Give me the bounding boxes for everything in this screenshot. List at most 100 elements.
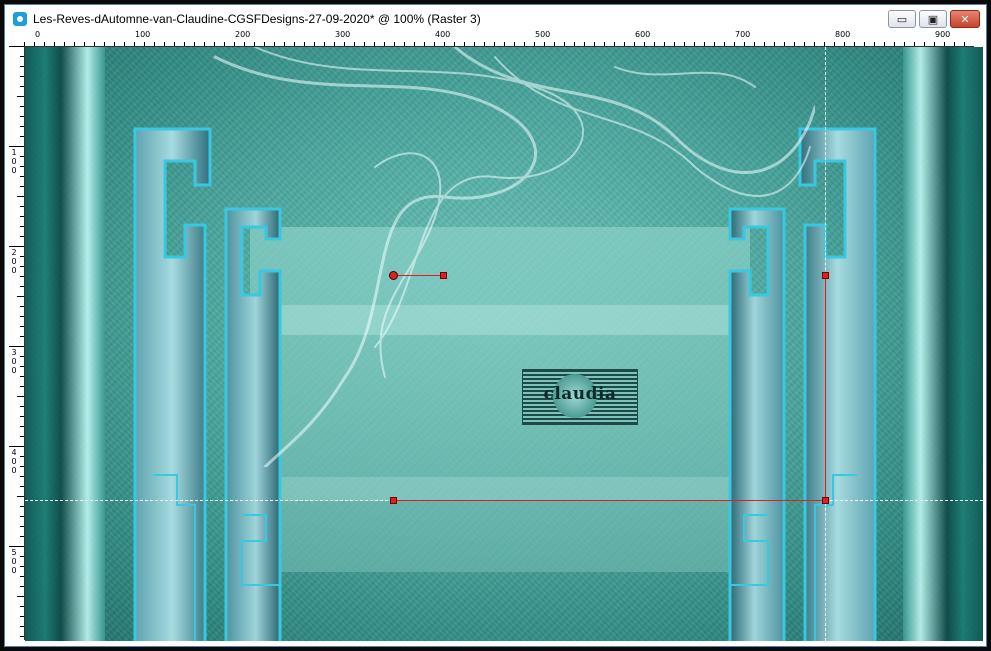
ruler-tick xyxy=(17,96,24,97)
ruler-label: 3 0 0 xyxy=(11,348,17,375)
rotation-handle[interactable] xyxy=(440,272,447,279)
ruler-tick xyxy=(194,42,195,46)
ruler-tick xyxy=(44,42,45,46)
ruler-tick xyxy=(564,42,565,46)
ruler-tick xyxy=(344,42,345,46)
close-button[interactable]: ✕ xyxy=(950,10,980,28)
ruler-tick xyxy=(154,42,155,46)
ruler-tick xyxy=(20,156,24,157)
ruler-label: 800 xyxy=(835,30,851,39)
ruler-tick xyxy=(494,42,495,46)
ruler-tick xyxy=(734,42,735,46)
ruler-tick xyxy=(724,42,725,46)
ruler-tick xyxy=(17,296,24,297)
ruler-tick xyxy=(904,42,905,46)
ruler-tick xyxy=(20,226,24,227)
ruler-tick xyxy=(364,42,365,46)
ruler-tick xyxy=(20,76,24,77)
ruler-tick xyxy=(924,42,925,46)
ruler-tick xyxy=(20,366,24,367)
ruler-tick xyxy=(20,276,24,277)
ruler-tick xyxy=(94,42,95,46)
ruler-tick xyxy=(20,326,24,327)
right-light-glow xyxy=(903,47,983,641)
ruler-tick xyxy=(774,42,775,46)
ruler-tick xyxy=(794,42,795,46)
center-band-bottom xyxy=(250,477,750,501)
ruler-tick xyxy=(604,42,605,46)
ruler-tick xyxy=(444,42,445,46)
ruler-tick xyxy=(534,42,535,46)
ruler-tick xyxy=(714,42,715,46)
ruler-tick xyxy=(574,42,575,46)
ruler-tick xyxy=(384,42,385,46)
ruler-tick xyxy=(20,236,24,237)
ruler-tick xyxy=(20,166,24,167)
minimize-button[interactable]: ▭ xyxy=(888,10,916,28)
ruler-label: 700 xyxy=(735,30,751,39)
ruler-tick xyxy=(64,42,65,46)
ruler-label: 200 xyxy=(235,30,251,39)
vertical-ruler[interactable]: 1 0 0 2 0 0 3 0 0 4 0 0 5 0 0 xyxy=(8,46,25,640)
ruler-tick xyxy=(244,42,245,46)
ruler-tick xyxy=(20,206,24,207)
watermark-text: claudia xyxy=(543,384,617,404)
ruler-tick xyxy=(694,42,695,46)
ruler-tick xyxy=(20,306,24,307)
ruler-tick xyxy=(864,42,865,46)
ruler-tick xyxy=(624,42,625,46)
image-canvas[interactable]: claudia xyxy=(25,47,983,641)
ruler-tick xyxy=(464,42,465,46)
ruler-tick xyxy=(20,616,24,617)
ruler-tick xyxy=(104,42,105,46)
ruler-tick xyxy=(20,66,24,67)
selection-handle-bottom-middle[interactable] xyxy=(390,497,397,504)
ruler-tick xyxy=(134,42,135,46)
ruler-tick xyxy=(634,42,635,46)
ruler-tick xyxy=(9,246,24,247)
ruler-tick xyxy=(594,42,595,46)
ruler-tick xyxy=(20,356,24,357)
ruler-tick xyxy=(844,42,845,46)
ruler-label: 1 0 0 xyxy=(11,148,17,175)
ruler-tick xyxy=(9,46,24,47)
ruler-tick xyxy=(544,42,545,46)
ruler-tick xyxy=(214,42,215,46)
ruler-label: 500 xyxy=(535,30,551,39)
selection-bottom-edge xyxy=(393,500,825,501)
ruler-label: 900 xyxy=(935,30,951,39)
selection-handle-top-right[interactable] xyxy=(822,272,829,279)
ruler-tick xyxy=(524,42,525,46)
ruler-tick xyxy=(804,42,805,46)
ruler-tick xyxy=(394,42,395,46)
ruler-tick xyxy=(17,596,24,597)
pivot-point-icon[interactable] xyxy=(389,271,398,280)
ruler-tick xyxy=(20,376,24,377)
ruler-label: 4 0 0 xyxy=(11,448,17,475)
ruler-tick xyxy=(894,42,895,46)
ruler-tick xyxy=(954,42,955,46)
ruler-tick xyxy=(20,486,24,487)
ruler-tick xyxy=(144,42,145,46)
ruler-tick xyxy=(20,286,24,287)
ruler-tick xyxy=(294,42,295,46)
ruler-tick xyxy=(9,546,24,547)
ruler-tick xyxy=(254,42,255,46)
ruler-tick xyxy=(20,606,24,607)
ruler-tick xyxy=(944,42,945,46)
ruler-tick xyxy=(9,146,24,147)
maximize-button[interactable]: ▣ xyxy=(919,10,947,28)
ruler-tick xyxy=(20,456,24,457)
selection-handle-bottom-right[interactable] xyxy=(822,497,829,504)
smoke-overlay xyxy=(213,47,815,467)
horizontal-ruler[interactable]: 0 100 200 300 400 500 600 700 800 900 xyxy=(24,29,974,47)
ruler-tick xyxy=(474,42,475,46)
ruler-tick xyxy=(20,636,24,637)
ruler-tick xyxy=(964,42,965,46)
ruler-tick xyxy=(20,86,24,87)
ruler-corner xyxy=(8,29,24,46)
camera-icon xyxy=(13,12,27,26)
ruler-tick xyxy=(614,42,615,46)
ruler-tick xyxy=(20,386,24,387)
ruler-tick xyxy=(334,42,335,46)
